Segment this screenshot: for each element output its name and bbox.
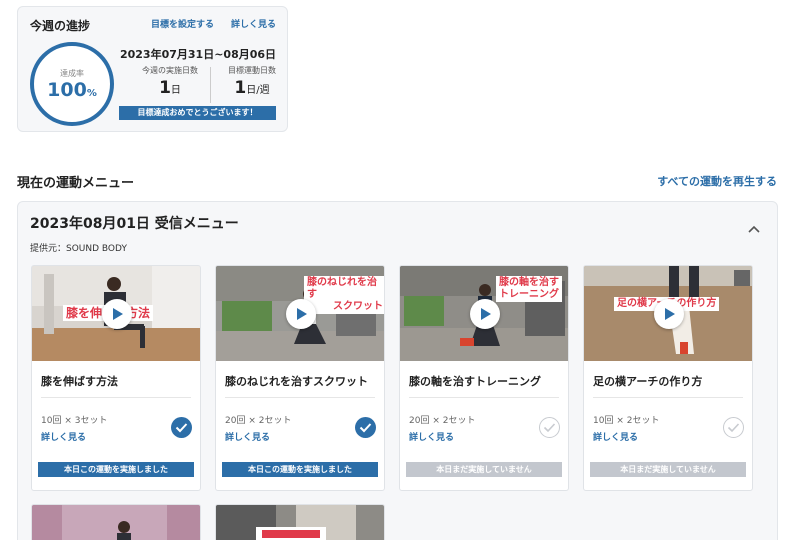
exercise-name: 膝の軸を治すトレーニング [409, 375, 541, 388]
card-divider [593, 397, 743, 398]
play-icon [297, 308, 307, 320]
play-icon [665, 308, 675, 320]
play-icon [113, 308, 123, 320]
goal-achieved-banner: 目標達成おめでとうございます！ [119, 106, 276, 120]
week-period: 2023年07月31日~08月06日 [119, 48, 277, 61]
status-bar: 本日まだ実施していません [590, 462, 746, 477]
progress-title: 今週の進捗 [30, 19, 91, 33]
card-divider [41, 397, 191, 398]
play-button[interactable] [286, 299, 316, 329]
exercise-name: 足の横アーチの作り方 [593, 375, 703, 388]
exercise-thumbnail[interactable] [216, 505, 384, 540]
exercise-thumbnail[interactable]: 膝の軸を治す トレーニング [400, 266, 568, 361]
done-check-toggle[interactable] [171, 417, 192, 438]
done-check-toggle[interactable] [539, 417, 560, 438]
thumbnail-photo [32, 505, 200, 540]
thumbnail-caption: 膝のねじれを治す スクワット [304, 276, 384, 314]
play-button[interactable] [470, 299, 500, 329]
check-icon [543, 423, 556, 433]
check-icon [359, 423, 372, 433]
menu-panel: 2023年08月01日 受信メニュー 提供元：SOUND BODY 膝を伸ばす方… [17, 201, 778, 540]
progress-detail-link[interactable]: 詳しく見る [231, 17, 276, 30]
chevron-up-icon[interactable] [747, 224, 761, 234]
exercise-card [31, 504, 201, 540]
rate-value: 100% [47, 79, 97, 101]
exercise-reps: 10回 × 3セット [41, 416, 108, 426]
card-divider [409, 397, 559, 398]
play-button[interactable] [102, 299, 132, 329]
done-days-value: 1日 [159, 78, 181, 98]
set-goal-link[interactable]: 目標を設定する [151, 17, 214, 30]
exercise-detail-link[interactable]: 詳しく見る [409, 430, 454, 443]
play-all-link[interactable]: すべての運動を再生する [657, 173, 777, 189]
exercise-thumbnail[interactable]: 膝を伸ばす方法 [32, 266, 200, 361]
exercise-card: 膝を伸ばす方法 膝を伸ばす方法 10回 × 3セット 詳しく見る 本日この運動を… [31, 265, 201, 491]
card-divider [225, 397, 375, 398]
thumbnail-photo [216, 505, 384, 540]
rate-label: 達成率 [60, 69, 84, 78]
done-check-toggle[interactable] [355, 417, 376, 438]
status-bar: 本日この運動を実施しました [38, 462, 194, 477]
done-days-label: 今週の実施日数 [142, 66, 198, 75]
menu-title: 2023年08月01日 受信メニュー [30, 216, 239, 232]
exercise-reps: 20回 × 2セット [409, 416, 476, 426]
check-icon [175, 423, 188, 433]
done-days-stat: 今週の実施日数 1日 [131, 65, 209, 98]
exercise-card: 膝のねじれを治す スクワット 膝のねじれを治すスクワット 20回 × 2セット 詳… [215, 265, 385, 491]
exercise-detail-link[interactable]: 詳しく見る [225, 430, 270, 443]
exercise-card [215, 504, 385, 540]
goal-days-label: 目標運動日数 [228, 66, 276, 75]
thumbnail-caption: 膝の軸を治す トレーニング [496, 276, 562, 302]
menu-provider: 提供元：SOUND BODY [30, 244, 127, 254]
exercise-reps: 10回 × 2セット [593, 416, 660, 426]
exercise-name: 膝のねじれを治すスクワット [225, 375, 368, 388]
weekly-progress-card: 今週の進捗 目標を設定する 詳しく見る 達成率 100% 2023年07月31日… [17, 6, 288, 132]
exercise-name: 膝を伸ばす方法 [41, 375, 118, 388]
goal-days-stat: 目標運動日数 1日/週 [213, 65, 291, 98]
exercise-card: 足の横アーチの作り方 足の横アーチの作り方 10回 × 2セット 詳しく見る 本… [583, 265, 753, 491]
stat-divider [210, 67, 211, 103]
exercise-detail-link[interactable]: 詳しく見る [593, 430, 638, 443]
exercise-thumbnail[interactable]: 足の横アーチの作り方 [584, 266, 752, 361]
check-icon [727, 423, 740, 433]
exercise-thumbnail[interactable]: 膝のねじれを治す スクワット [216, 266, 384, 361]
play-button[interactable] [654, 299, 684, 329]
exercise-thumbnail[interactable] [32, 505, 200, 540]
exercise-card: 膝の軸を治す トレーニング 膝の軸を治すトレーニング 20回 × 2セット 詳しく… [399, 265, 569, 491]
section-title: 現在の運動メニュー [17, 176, 135, 191]
status-bar: 本日この運動を実施しました [222, 462, 378, 477]
exercise-reps: 20回 × 2セット [225, 416, 292, 426]
exercise-detail-link[interactable]: 詳しく見る [41, 430, 86, 443]
done-check-toggle[interactable] [723, 417, 744, 438]
status-bar: 本日まだ実施していません [406, 462, 562, 477]
achievement-ring: 達成率 100% [30, 42, 114, 126]
play-icon [481, 308, 491, 320]
goal-days-value: 1日/週 [234, 78, 270, 98]
